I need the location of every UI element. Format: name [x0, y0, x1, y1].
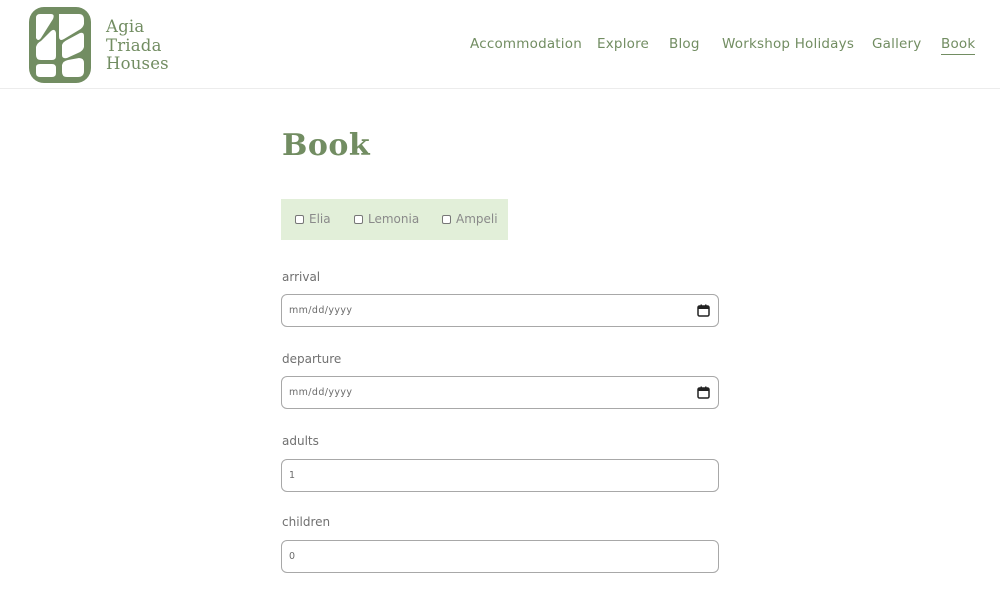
checkbox-icon[interactable] — [354, 214, 363, 224]
nav-book[interactable]: Book — [941, 36, 976, 55]
children-input[interactable]: 0 — [281, 540, 719, 573]
house-option-ampeli[interactable]: Ampeli — [442, 212, 498, 226]
nav-gallery[interactable]: Gallery — [872, 36, 921, 53]
page-title: Book — [282, 128, 371, 163]
departure-date-input[interactable]: mm/dd/yyyy — [281, 376, 719, 409]
calendar-icon[interactable] — [697, 386, 710, 399]
adults-input[interactable]: 1 — [281, 459, 719, 492]
nav-workshop-holidays[interactable]: Workshop Holidays — [722, 36, 854, 53]
brand-line-3: Houses — [106, 54, 169, 73]
adults-label: adults — [282, 434, 319, 448]
checkbox-icon[interactable] — [295, 214, 304, 224]
arrival-date-input[interactable]: mm/dd/yyyy — [281, 294, 719, 327]
house-selector: Elia Lemonia Ampeli — [281, 199, 508, 240]
nav-accommodation[interactable]: Accommodation — [470, 36, 582, 53]
brand-name: Agia Triada Houses — [106, 17, 169, 74]
brand-logo-link[interactable]: Agia Triada Houses — [27, 5, 177, 85]
brand-line-1: Agia — [106, 17, 145, 36]
children-value: 0 — [289, 551, 296, 562]
departure-label: departure — [282, 352, 342, 366]
departure-date-value: mm/dd/yyyy — [289, 387, 353, 398]
brand-line-2: Triada — [106, 35, 162, 55]
checkbox-icon[interactable] — [442, 214, 451, 224]
arrival-label: arrival — [282, 270, 321, 284]
nav-blog[interactable]: Blog — [669, 36, 700, 53]
site-header: Agia Triada Houses Accommodation Explore… — [0, 0, 1000, 89]
leaf-logo-icon — [29, 7, 91, 83]
house-option-lemonia[interactable]: Lemonia — [354, 212, 419, 226]
adults-value: 1 — [289, 470, 296, 481]
house-option-label: Elia — [309, 212, 331, 226]
house-option-label: Ampeli — [456, 212, 498, 226]
nav-explore[interactable]: Explore — [597, 36, 649, 53]
calendar-icon[interactable] — [697, 304, 710, 317]
arrival-date-value: mm/dd/yyyy — [289, 305, 353, 316]
house-option-label: Lemonia — [368, 212, 420, 226]
house-option-elia[interactable]: Elia — [295, 212, 331, 226]
children-label: children — [282, 515, 331, 529]
